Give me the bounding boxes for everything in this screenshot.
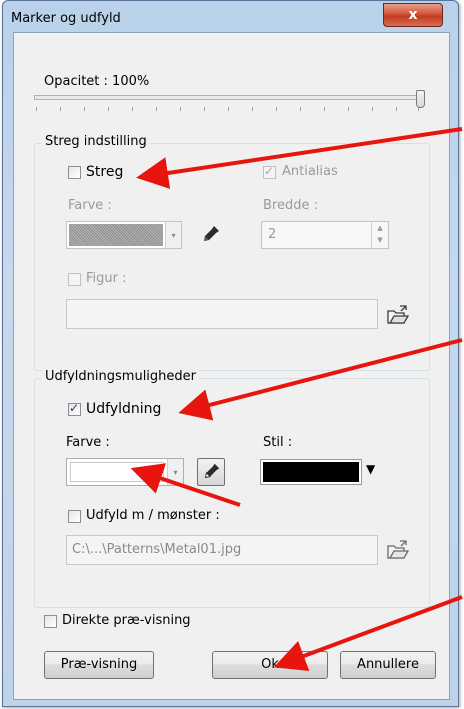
fill-group-title: Udfyldningsmuligheder — [42, 369, 199, 384]
figure-checkbox[interactable] — [68, 273, 81, 286]
stroke-checkbox[interactable] — [68, 166, 81, 179]
spinner-arrows-icon[interactable]: ▲ ▼ — [371, 222, 388, 248]
cancel-button[interactable]: Annullere — [340, 651, 436, 679]
stroke-color-label: Farve : — [68, 198, 112, 213]
fill-color-dropdown[interactable]: ▾ — [66, 458, 184, 486]
stroke-width-label: Bredde : — [263, 198, 318, 213]
stroke-group-title: Streg indstilling — [42, 134, 150, 149]
stroke-color-dropdown[interactable]: ▾ — [66, 221, 182, 249]
fill-checkbox-label: Udfyldning — [86, 401, 162, 417]
pattern-path-input[interactable]: C:\...\Patterns\Metal01.jpg — [66, 535, 378, 565]
live-preview-checkbox[interactable] — [44, 615, 57, 628]
dialog-window: Marker og udfyld x Opacitet : 100% Streg… — [2, 0, 459, 707]
fill-color-swatch — [70, 462, 164, 482]
close-button[interactable]: x — [383, 3, 443, 27]
figure-path-input[interactable] — [66, 299, 378, 329]
stroke-width-spinner[interactable]: 2 ▲ ▼ — [261, 221, 389, 249]
preview-button[interactable]: Præ-visning — [44, 651, 154, 679]
pattern-checkbox-label: Udfyld m / mønster : — [86, 508, 220, 523]
stroke-width-value: 2 — [268, 227, 277, 242]
fill-checkbox[interactable] — [68, 401, 81, 416]
stroke-checkbox-label: Streg — [86, 164, 124, 180]
stroke-color-swatch — [69, 224, 163, 246]
chevron-down-icon: ▾ — [165, 222, 181, 248]
fill-color-label: Farve : — [66, 435, 110, 450]
window-title: Marker og udfyld — [11, 11, 121, 26]
fill-eyedropper-button[interactable] — [197, 458, 225, 486]
eyedropper-icon[interactable] — [198, 223, 222, 247]
dialog-client-area: Opacitet : 100% Streg indstilling Streg … — [13, 32, 450, 700]
open-folder-icon[interactable] — [386, 303, 410, 327]
ok-button[interactable]: Ok — [212, 651, 328, 679]
live-preview-label: Direkte præ-visning — [62, 613, 191, 628]
fill-style-swatch — [260, 459, 362, 485]
eyedropper-icon — [204, 463, 220, 479]
fill-style-label: Stil : — [263, 435, 293, 450]
opacity-slider-thumb[interactable] — [416, 90, 425, 108]
opacity-slider-track[interactable] — [34, 95, 420, 100]
open-folder-icon[interactable] — [386, 538, 410, 562]
figure-checkbox-label: Figur : — [86, 271, 127, 286]
antialias-checkbox-label: Antialias — [282, 164, 338, 179]
chevron-down-icon: ▾ — [167, 459, 183, 485]
chevron-down-icon: ▼ — [366, 462, 376, 476]
opacity-label: Opacitet : 100% — [44, 74, 150, 89]
fill-style-dropdown[interactable]: ▼ — [260, 458, 389, 488]
antialias-checkbox[interactable] — [263, 164, 276, 179]
pattern-checkbox[interactable] — [68, 510, 81, 523]
